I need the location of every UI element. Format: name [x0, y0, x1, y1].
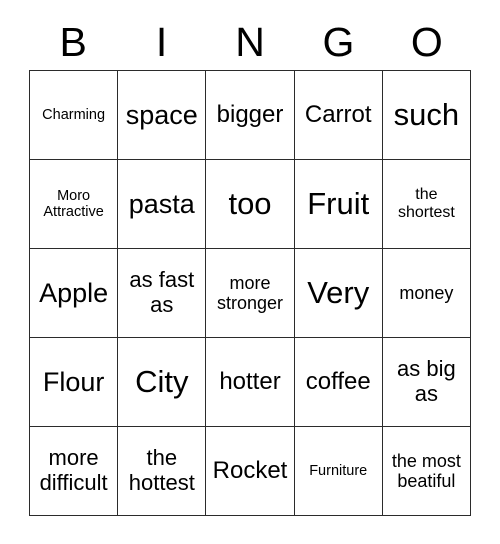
bingo-cell-label: Rocket: [212, 456, 288, 484]
bingo-cell-label: Flour: [42, 366, 105, 397]
bingo-cell-label: such: [393, 96, 460, 132]
bingo-cell-b2[interactable]: Moro Attractive: [30, 160, 119, 249]
bingo-cell-i5[interactable]: the hottest: [118, 427, 207, 516]
bingo-cell-b4[interactable]: Flour: [30, 338, 119, 427]
bingo-row: Charming space bigger Carrot such: [30, 71, 472, 160]
bingo-cell-label: space: [125, 99, 198, 130]
bingo-cell-n4[interactable]: hotter: [206, 338, 295, 427]
bingo-row: more difficult the hottest Rocket Furnit…: [30, 427, 472, 516]
bingo-cell-n2[interactable]: too: [206, 160, 295, 249]
bingo-cell-n1[interactable]: bigger: [206, 71, 295, 160]
bingo-cell-label: more stronger: [216, 272, 284, 313]
bingo-cell-g5[interactable]: Furniture: [294, 427, 383, 516]
bingo-cell-label: coffee: [305, 367, 371, 395]
bingo-cell-n5[interactable]: Rocket: [206, 427, 295, 516]
bingo-cell-g4[interactable]: coffee: [294, 338, 383, 427]
bingo-cell-b5[interactable]: more difficult: [30, 427, 119, 516]
bingo-header-letter-i: I: [155, 18, 168, 65]
bingo-cell-label: money: [399, 282, 454, 303]
bingo-row: Apple as fast as more stronger Very mone…: [30, 249, 472, 338]
bingo-cell-label: as fast as: [129, 267, 195, 317]
bingo-cell-o4[interactable]: as big as: [382, 338, 472, 427]
bingo-cell-label: the shortest: [397, 186, 455, 221]
bingo-cell-g2[interactable]: Fruit: [294, 160, 383, 249]
bingo-header-row: B I N G O: [29, 14, 471, 70]
bingo-cell-label: hotter: [219, 367, 281, 395]
bingo-cell-g3[interactable]: Very: [294, 249, 383, 338]
bingo-cell-i4[interactable]: City: [118, 338, 207, 427]
bingo-cell-o1[interactable]: such: [382, 71, 472, 160]
bingo-cell-o3[interactable]: money: [382, 249, 472, 338]
bingo-cell-i2[interactable]: pasta: [118, 160, 207, 249]
bingo-cell-label: Moro Attractive: [43, 187, 104, 220]
bingo-cell-i1[interactable]: space: [118, 71, 207, 160]
bingo-row: Moro Attractive pasta too Fruit the shor…: [30, 160, 472, 249]
bingo-cell-label: City: [135, 363, 189, 399]
bingo-header-letter-g: G: [322, 18, 355, 65]
bingo-cell-label: Apple: [39, 277, 109, 308]
bingo-cell-label: Charming: [42, 106, 106, 123]
bingo-cell-label: Carrot: [304, 100, 372, 128]
bingo-row: Flour City hotter coffee as big as: [30, 338, 472, 427]
bingo-cell-label: the hottest: [128, 445, 195, 495]
bingo-grid: Charming space bigger Carrot such Moro A…: [29, 70, 472, 516]
bingo-cell-o2[interactable]: the shortest: [382, 160, 472, 249]
bingo-header-letter-o: O: [410, 18, 443, 65]
bingo-cell-label: Fruit: [307, 185, 370, 221]
bingo-cell-label: Furniture: [309, 462, 368, 479]
bingo-cell-i3[interactable]: as fast as: [118, 249, 207, 338]
bingo-card: B I N G O Charming space bigger Carrot s…: [0, 0, 500, 544]
bingo-cell-b1[interactable]: Charming: [30, 71, 119, 160]
bingo-cell-label: Very: [307, 274, 370, 310]
bingo-cell-label: too: [228, 185, 272, 221]
bingo-cell-b3[interactable]: Apple: [30, 249, 119, 338]
bingo-cell-label: bigger: [216, 100, 284, 128]
bingo-cell-o5[interactable]: the most beatiful: [382, 427, 472, 516]
bingo-header-letter-b: B: [59, 18, 87, 65]
bingo-cell-label: as big as: [397, 356, 456, 406]
bingo-cell-n3[interactable]: more stronger: [206, 249, 295, 338]
bingo-cell-g1[interactable]: Carrot: [294, 71, 383, 160]
bingo-cell-label: more difficult: [39, 445, 108, 495]
bingo-header-letter-n: N: [235, 18, 265, 65]
bingo-cell-label: the most beatiful: [391, 450, 461, 491]
bingo-cell-label: pasta: [128, 188, 195, 219]
